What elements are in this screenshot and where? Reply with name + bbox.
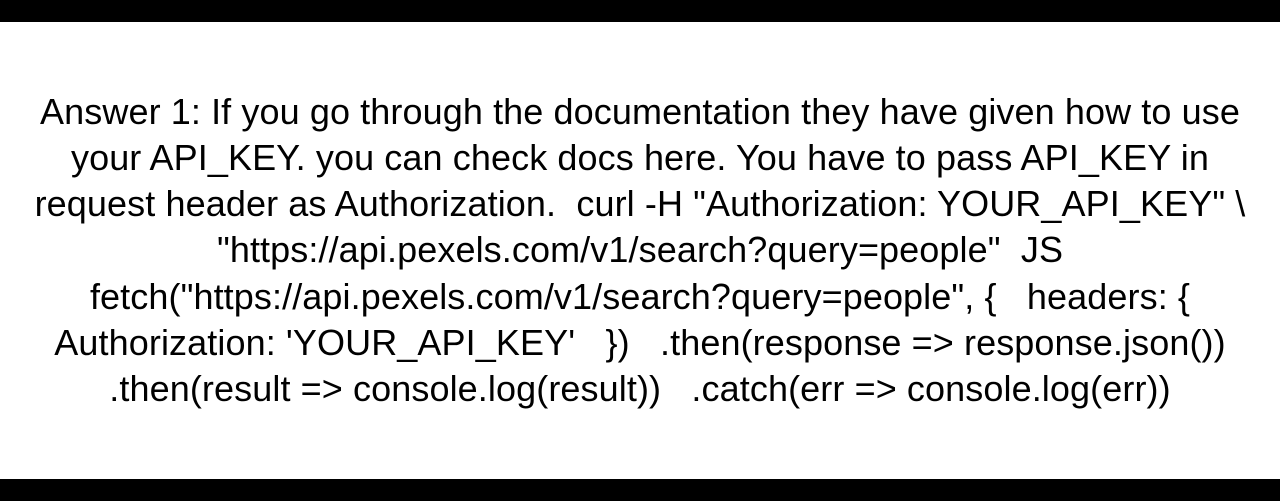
content-area: Answer 1: If you go through the document…	[0, 22, 1280, 479]
answer-text: Answer 1: If you go through the document…	[10, 89, 1270, 412]
letterbox-bottom	[0, 479, 1280, 501]
letterbox-top	[0, 0, 1280, 22]
